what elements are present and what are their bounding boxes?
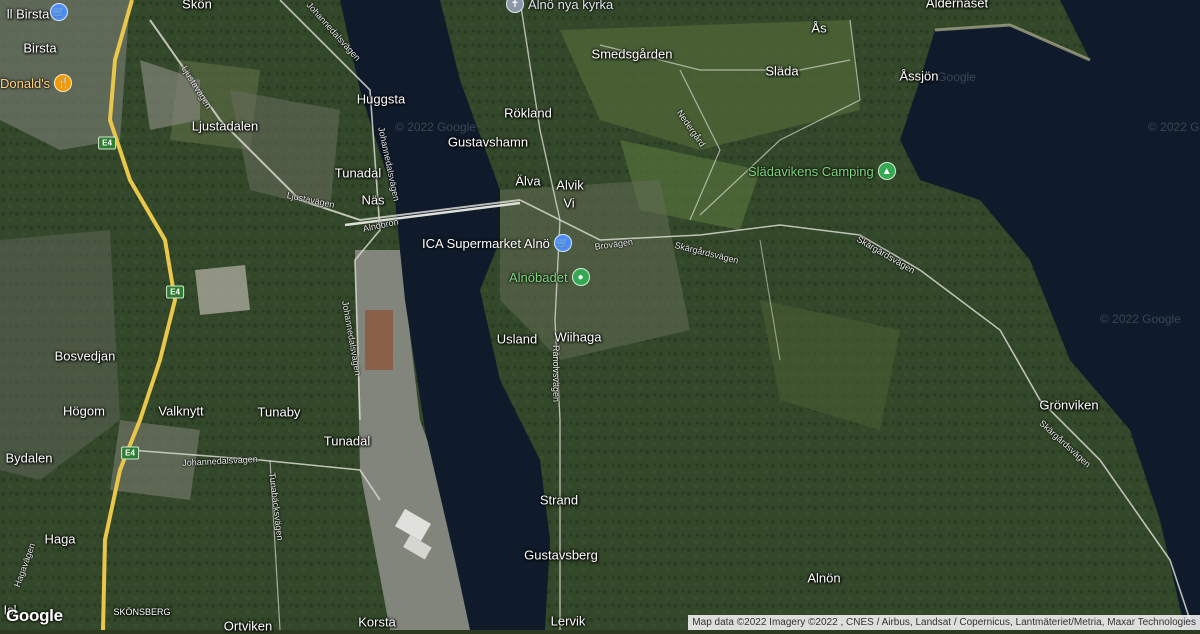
e4-route-shield: E4 [98, 136, 116, 150]
cart-pin-icon: 🛒 [553, 234, 572, 252]
place-label[interactable]: Smedsgården [592, 47, 673, 62]
place-label[interactable]: Näs [361, 193, 384, 208]
poi-alnobadet[interactable]: Alnöbadet ● [509, 268, 590, 286]
quarry [195, 265, 250, 315]
poi-label: Slädavikens Camping [748, 163, 874, 179]
rust-area [365, 310, 393, 370]
place-label[interactable]: Huggsta [357, 92, 405, 107]
place-label[interactable]: Skön [182, 0, 212, 12]
map-watermark: © 2022 Google [1148, 120, 1200, 134]
poi-mcdonalds[interactable]: Donald's 🍴 [0, 74, 73, 92]
place-label[interactable]: Tunadal [324, 434, 371, 449]
poi-sladavikens-camping[interactable]: Slädavikens Camping ▲ [748, 162, 896, 180]
place-label[interactable]: Strand [540, 493, 578, 508]
church-pin-icon: ✝ [506, 0, 524, 13]
place-label[interactable]: Släda [765, 64, 798, 79]
place-label[interactable]: Bydalen [6, 451, 53, 466]
place-label[interactable]: Haga [44, 532, 75, 547]
place-label[interactable]: Grönviken [1039, 398, 1098, 413]
map-watermark: © 2022 Google [395, 120, 476, 134]
poi-label: Donald's [0, 75, 51, 91]
place-label[interactable]: Bosvedjan [55, 349, 116, 364]
place-label[interactable]: Tunadal [335, 166, 382, 181]
place-label[interactable]: Valknytt [158, 404, 203, 419]
place-label[interactable]: Älva [515, 174, 540, 189]
park-pin-icon: ● [571, 268, 590, 286]
fork-knife-pin-icon: 🍴 [54, 74, 73, 92]
place-label[interactable]: Ås [811, 21, 826, 36]
road-label[interactable]: Ränolvsvägen [551, 345, 561, 402]
place-label[interactable]: Alvik [556, 178, 583, 193]
place-label[interactable]: Korsta [358, 615, 396, 630]
place-label[interactable]: Aldernäset [926, 0, 988, 11]
place-label[interactable]: Tunaby [258, 405, 301, 420]
cart-pin-icon: 🛒 [50, 3, 68, 21]
satellite-map[interactable] [0, 0, 1200, 630]
place-label[interactable]: Högom [63, 404, 105, 419]
place-label[interactable]: Usland [497, 332, 537, 347]
place-label[interactable]: Ljustadalen [192, 119, 259, 134]
place-label[interactable]: Rökland [504, 106, 552, 121]
google-logo: Google [6, 606, 63, 625]
poi-label: Alnö nya kyrka [528, 0, 614, 12]
place-label[interactable]: Gustavsberg [524, 548, 598, 563]
place-label[interactable]: Birsta [23, 41, 56, 56]
map-watermark: © 2022 Google [1100, 312, 1181, 326]
e4-route-shield: E4 [166, 285, 184, 299]
place-label[interactable]: Ortviken [224, 619, 272, 634]
tent-pin-icon: ▲ [877, 162, 896, 180]
place-label[interactable]: Wiihaga [555, 330, 602, 345]
place-label[interactable]: Lervik [551, 614, 586, 629]
place-label[interactable]: Åssjön [899, 69, 938, 84]
place-label[interactable]: ll Birsta [7, 7, 50, 22]
place-label[interactable]: SKÖNSBERG [113, 607, 170, 617]
e4-route-shield: E4 [121, 446, 139, 460]
poi-birsta-shop[interactable]: 🛒 [50, 3, 68, 21]
poi-label: ICA Supermarket Alnö [422, 235, 550, 251]
place-label[interactable]: Vi [563, 196, 574, 211]
place-label[interactable]: Gustavshamn [448, 135, 528, 150]
poi-alno-nya-kyrka[interactable]: ✝ Alnö nya kyrka [506, 0, 613, 13]
poi-label: Alnöbadet [509, 269, 568, 285]
place-label[interactable]: Alnön [807, 571, 840, 586]
map-attribution[interactable]: Map data ©2022 Imagery ©2022 , CNES / Ai… [688, 615, 1200, 630]
poi-ica[interactable]: ICA Supermarket Alnö 🛒 [422, 234, 572, 252]
